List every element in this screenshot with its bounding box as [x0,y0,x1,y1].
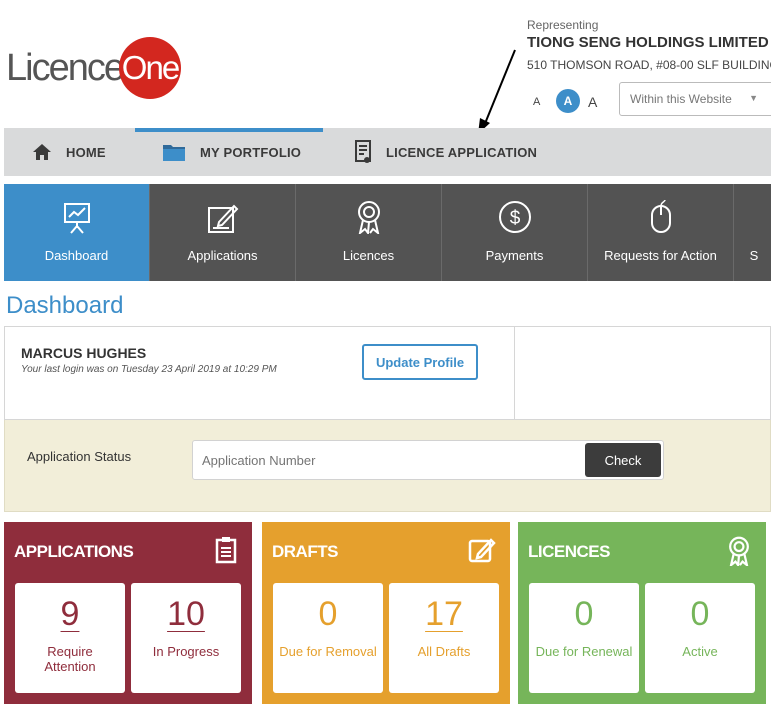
profile-card: MARCUS HUGHES Your last login was on Tue… [4,326,771,420]
home-icon [32,143,52,161]
folder-icon [162,142,186,162]
top-navigation: HOME MY PORTFOLIO LICENCE APPLICATION [4,128,771,176]
application-status-label: Application Status [27,449,132,464]
edit-form-icon [207,184,239,238]
nav-my-portfolio-label: MY PORTFOLIO [200,144,302,160]
due-for-renewal-count[interactable]: 0 [529,595,639,634]
module-requests-for-action-label: Requests for Action [604,248,717,263]
font-size-small-button[interactable]: A [533,89,540,115]
applications-panel-title: APPLICATIONS [14,542,134,561]
require-attention-stat[interactable]: 9 Require Attention [15,583,125,693]
active-licences-label: Active [682,644,718,659]
logo-text: Licence [6,46,125,89]
font-size-medium-button[interactable]: A [556,89,580,113]
profile-user-section: MARCUS HUGHES Your last login was on Tue… [5,327,515,419]
check-button[interactable]: Check [585,443,661,477]
nav-licence-application-label: LICENCE APPLICATION [386,144,538,160]
in-progress-stat[interactable]: 10 In Progress [131,583,241,693]
module-applications[interactable]: Applications [150,184,296,281]
representing-label: Representing [527,18,599,32]
search-scope-value: Within this Website [630,92,732,106]
require-attention-label: Require Attention [44,644,96,674]
module-partial-label: S [749,248,759,263]
due-for-removal-stat[interactable]: 0 Due for Removal [273,583,383,693]
module-licences[interactable]: Licences [296,184,442,281]
last-login-text: Your last login was on Tuesday 23 April … [21,364,277,375]
require-attention-count[interactable]: 9 [15,595,125,634]
licences-panel: LICENCES 0 Due for Renewal 0 Active [518,522,766,704]
mouse-icon [650,184,672,238]
in-progress-count[interactable]: 10 [131,595,241,634]
application-number-field: Check [192,440,664,480]
logo-badge: One [118,37,181,99]
nav-home[interactable]: HOME [32,128,106,176]
module-payments-label: Payments [485,248,544,263]
due-for-removal-label: Due for Removal [279,644,377,659]
font-size-large-button[interactable]: A [588,89,597,115]
company-name: TIONG SENG HOLDINGS LIMITED [527,34,769,51]
licenceone-logo[interactable]: Licence One [6,37,181,99]
licences-panel-title: LICENCES [528,542,610,561]
company-address: 510 THOMSON ROAD, #08-00 SLF BUILDING [527,58,771,72]
module-payments[interactable]: $ Payments [442,184,588,281]
applications-panel: APPLICATIONS 9 Require Attention 10 In P… [4,522,252,704]
module-partial[interactable]: S [734,184,771,281]
all-drafts-label: All Drafts [417,644,471,659]
document-icon [354,140,372,164]
all-drafts-stat[interactable]: 17 All Drafts [389,583,499,693]
application-status-bar: Application Status Check [4,420,771,512]
award-ribbon-icon [726,536,752,571]
active-licences-count[interactable]: 0 [645,595,755,634]
due-for-removal-count[interactable]: 0 [273,595,383,634]
page-title: Dashboard [6,292,124,319]
user-name: MARCUS HUGHES [21,345,147,361]
application-number-input[interactable] [193,441,581,479]
in-progress-label: In Progress [152,644,220,659]
due-for-renewal-stat[interactable]: 0 Due for Renewal [529,583,639,693]
nav-licence-application[interactable]: LICENCE APPLICATION [354,128,537,176]
drafts-panel: DRAFTS 0 Due for Removal 17 All Drafts [262,522,510,704]
annotation-arrow-icon [478,49,516,134]
module-dashboard-label: Dashboard [44,248,109,263]
presentation-board-icon [62,184,92,238]
update-profile-button[interactable]: Update Profile [362,344,478,380]
nav-my-portfolio[interactable]: MY PORTFOLIO [162,128,301,176]
drafts-panel-title: DRAFTS [272,542,338,561]
all-drafts-count[interactable]: 17 [389,595,499,634]
award-ribbon-icon [355,184,383,238]
module-applications-label: Applications [187,248,258,263]
module-bar: Dashboard Applications Licences $ Paymen… [4,184,771,281]
nav-home-label: HOME [66,144,106,160]
chevron-down-icon: ▼ [749,93,758,103]
search-scope-select[interactable]: Within this Website ▼ [619,82,771,116]
clipboard-icon [214,536,238,569]
active-licences-stat[interactable]: 0 Active [645,583,755,693]
due-for-renewal-label: Due for Renewal [535,644,633,659]
pencil-square-icon [468,536,496,569]
module-requests-for-action[interactable]: Requests for Action [588,184,734,281]
module-dashboard[interactable]: Dashboard [4,184,150,281]
dollar-coin-icon: $ [498,184,532,238]
svg-text:$: $ [509,208,520,229]
module-licences-label: Licences [342,248,395,263]
